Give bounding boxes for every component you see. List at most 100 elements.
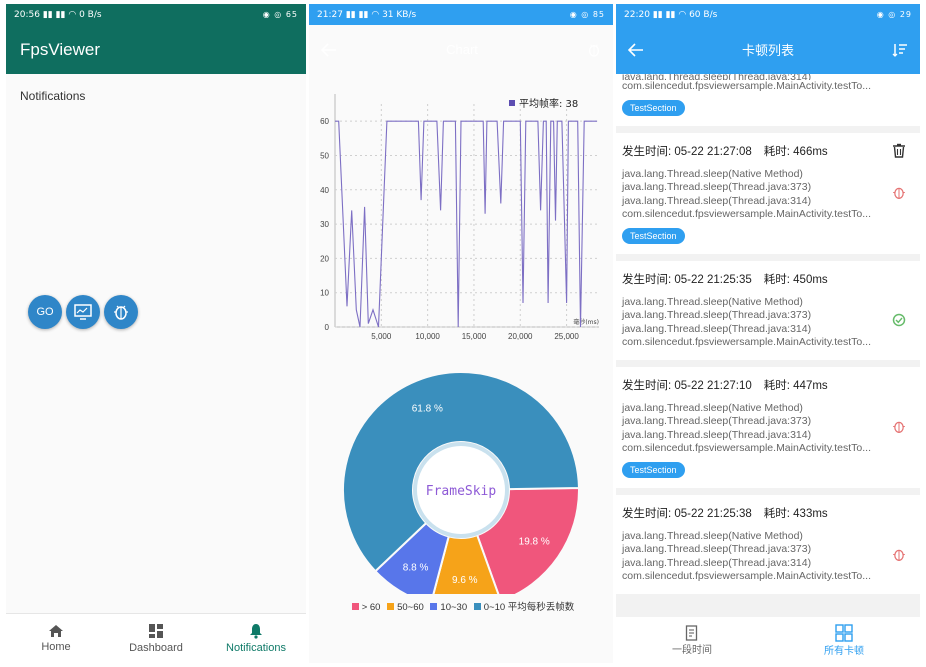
bug-icon: [893, 421, 905, 433]
card-header: 发生时间: 05-22 21:25:38 耗时: 433ms: [622, 505, 912, 521]
battery-level: 65: [285, 10, 298, 19]
nav-notifications[interactable]: Notifications: [206, 614, 306, 663]
list-item[interactable]: 发生时间: 05-22 21:27:10 耗时: 447ms java.lang.…: [616, 366, 920, 488]
jank-list-screen: 22:20 ▮▮ ▮▮ ◠ 60 B/s ◉ ◎ 29 卡顿列表 java.la…: [616, 4, 920, 663]
list-item-partial[interactable]: java.lang.Thread.sleep(Thread.java:314) …: [616, 74, 920, 126]
trace-line: com.silencedut.fpsviewersample.MainActiv…: [622, 80, 871, 92]
status-net: 31 KB/s: [382, 9, 417, 20]
trace-line: java.lang.Thread.sleep(Thread.java:314): [622, 556, 812, 569]
nav-home-label: Home: [41, 641, 71, 653]
trace-line: java.lang.Thread.sleep(Thread.java:314): [622, 322, 812, 335]
bug-icon: [893, 187, 905, 199]
signal-icon: ▮▮ ▮▮ ◠: [42, 9, 77, 20]
status-time: 22:20: [624, 9, 650, 20]
stack-trace: java.lang.Thread.sleep(Native Method) ja…: [622, 296, 912, 350]
battery-level: 29: [899, 10, 912, 19]
section-tag[interactable]: TestSection: [622, 99, 685, 116]
nav-all-janks[interactable]: 所有卡顿: [768, 617, 920, 663]
nav-home[interactable]: Home: [6, 614, 106, 663]
status-bar: 21:27 ▮▮ ▮▮ ◠ 31 KB/s ◉ ◎ 85: [309, 4, 613, 25]
signal-icon: ▮▮ ▮▮ ◠: [652, 9, 687, 20]
slice-label: 8.8 %: [403, 563, 429, 574]
status-icons: ◉ ◎: [569, 10, 593, 19]
trace-line: com.silencedut.fpsviewersample.MainActiv…: [622, 208, 871, 220]
bug-button[interactable]: [104, 295, 138, 329]
status-time: 21:27: [317, 9, 343, 20]
frameskip-pie-chart: 19.8 % 9.6 % 8.8 % 61.8 % FrameSkip: [342, 371, 581, 594]
back-arrow-icon[interactable]: [321, 42, 337, 57]
notifications-text: Notifications: [20, 89, 86, 103]
y-tick-label: 40: [320, 186, 329, 195]
x-tick-label: 20,000: [508, 332, 533, 341]
fpsviewer-screen: 20:56 ▮▮ ▮▮ ◠ 0 B/s ◉ ◎ 65 FpsViewer Not…: [6, 4, 306, 663]
y-tick-label: 0: [325, 323, 330, 332]
legend-swatch: [351, 603, 359, 610]
signal-icon: ▮▮ ▮▮ ◠: [345, 9, 380, 20]
bug-icon[interactable]: [587, 42, 601, 58]
bug-icon: [114, 305, 128, 320]
y-tick-label: 50: [320, 151, 329, 160]
slice-label: 19.8 %: [519, 537, 550, 548]
trace-line: java.lang.Thread.sleep(Thread.java:373): [622, 309, 812, 321]
list-item[interactable]: 发生时间: 05-22 21:25:35 耗时: 450ms java.lang.…: [616, 260, 920, 360]
status-time: 20:56: [14, 9, 40, 20]
slice-label: 61.8 %: [412, 404, 443, 415]
nav-dashboard-label: Dashboard: [129, 642, 183, 654]
legend-label: 平均帧率: 38: [519, 97, 578, 110]
pie-legend: > 60 50~60 10~30 0~10 平均每秒丢帧数: [309, 599, 613, 613]
status-icons: ◉ ◎: [876, 10, 900, 19]
legend-swatch: [430, 603, 438, 610]
x-tick-label: 25,000: [554, 332, 579, 341]
nav-period[interactable]: 一段时间: [616, 617, 768, 663]
trace-line: com.silencedut.fpsviewersample.MainActiv…: [622, 442, 871, 454]
status-net: 60 B/s: [689, 9, 718, 20]
trace-line: java.lang.Thread.sleep(Thread.java:373): [622, 181, 812, 193]
jank-list[interactable]: java.lang.Thread.sleep(Thread.java:314) …: [616, 74, 920, 619]
legend-label: 0~10: [483, 602, 506, 613]
document-icon: [685, 624, 698, 641]
status-net: 0 B/s: [79, 9, 102, 20]
trace-line: java.lang.Thread.sleep(Thread.java:373): [622, 543, 812, 555]
card-header: 发生时间: 05-22 21:25:35 耗时: 450ms: [622, 271, 912, 287]
nav-dashboard[interactable]: Dashboard: [106, 614, 206, 663]
list-item[interactable]: 发生时间: 05-22 21:25:38 耗时: 433ms java.lang.…: [616, 494, 920, 594]
slice-label: 9.6 %: [452, 575, 478, 586]
y-tick-label: 60: [320, 117, 329, 126]
legend-label: > 60: [361, 602, 381, 613]
dashboard-icon: [149, 624, 163, 638]
chart-button[interactable]: [66, 295, 100, 329]
nav-notifications-label: Notifications: [226, 642, 286, 654]
legend-label: 10~30: [440, 602, 468, 613]
status-icons: ◉ ◎: [262, 10, 286, 19]
section-tag[interactable]: TestSection: [622, 461, 685, 478]
bell-icon: [250, 624, 262, 639]
card-header: 发生时间: 05-22 21:27:08 耗时: 466ms: [622, 143, 912, 159]
stack-trace: java.lang.Thread.sleep(Native Method) ja…: [622, 168, 912, 222]
go-button[interactable]: GO: [28, 295, 62, 329]
bug-icon: [893, 549, 905, 561]
trace-line: java.lang.Thread.sleep(Native Method): [622, 295, 803, 308]
app-bar: FpsViewer: [6, 25, 306, 74]
list-item[interactable]: 发生时间: 05-22 21:27:08 耗时: 466ms java.lang.…: [616, 132, 920, 254]
legend-suffix: 平均每秒丢帧数: [507, 602, 575, 613]
trace-line: com.silencedut.fpsviewersample.MainActiv…: [622, 336, 871, 348]
sort-icon[interactable]: [892, 43, 908, 57]
trash-icon[interactable]: [892, 143, 906, 158]
section-tag[interactable]: TestSection: [622, 227, 685, 244]
trace-line: com.silencedut.fpsviewersample.MainActiv…: [622, 570, 871, 582]
cost-time: 耗时: 450ms: [763, 273, 828, 286]
card-header: 发生时间: 05-22 21:27:10 耗时: 447ms: [622, 377, 912, 393]
stack-trace: java.lang.Thread.sleep(Native Method) ja…: [622, 402, 912, 456]
x-tick-label: 10,000: [415, 332, 440, 341]
trace-line: java.lang.Thread.sleep(Native Method): [622, 401, 803, 414]
cost-time: 耗时: 447ms: [763, 379, 828, 392]
occur-time: 发生时间: 05-22 21:27:08: [622, 145, 752, 158]
back-arrow-icon[interactable]: [628, 42, 644, 57]
app-title: FpsViewer: [20, 39, 100, 59]
y-tick-label: 20: [320, 254, 329, 263]
nav-all-janks-label: 所有卡顿: [824, 645, 864, 657]
x-tick-label: 5,000: [371, 332, 392, 341]
trace-line: java.lang.Thread.sleep(Thread.java:373): [622, 415, 812, 427]
occur-time: 发生时间: 05-22 21:25:38: [622, 507, 752, 520]
screen-title: Chart: [446, 42, 478, 57]
